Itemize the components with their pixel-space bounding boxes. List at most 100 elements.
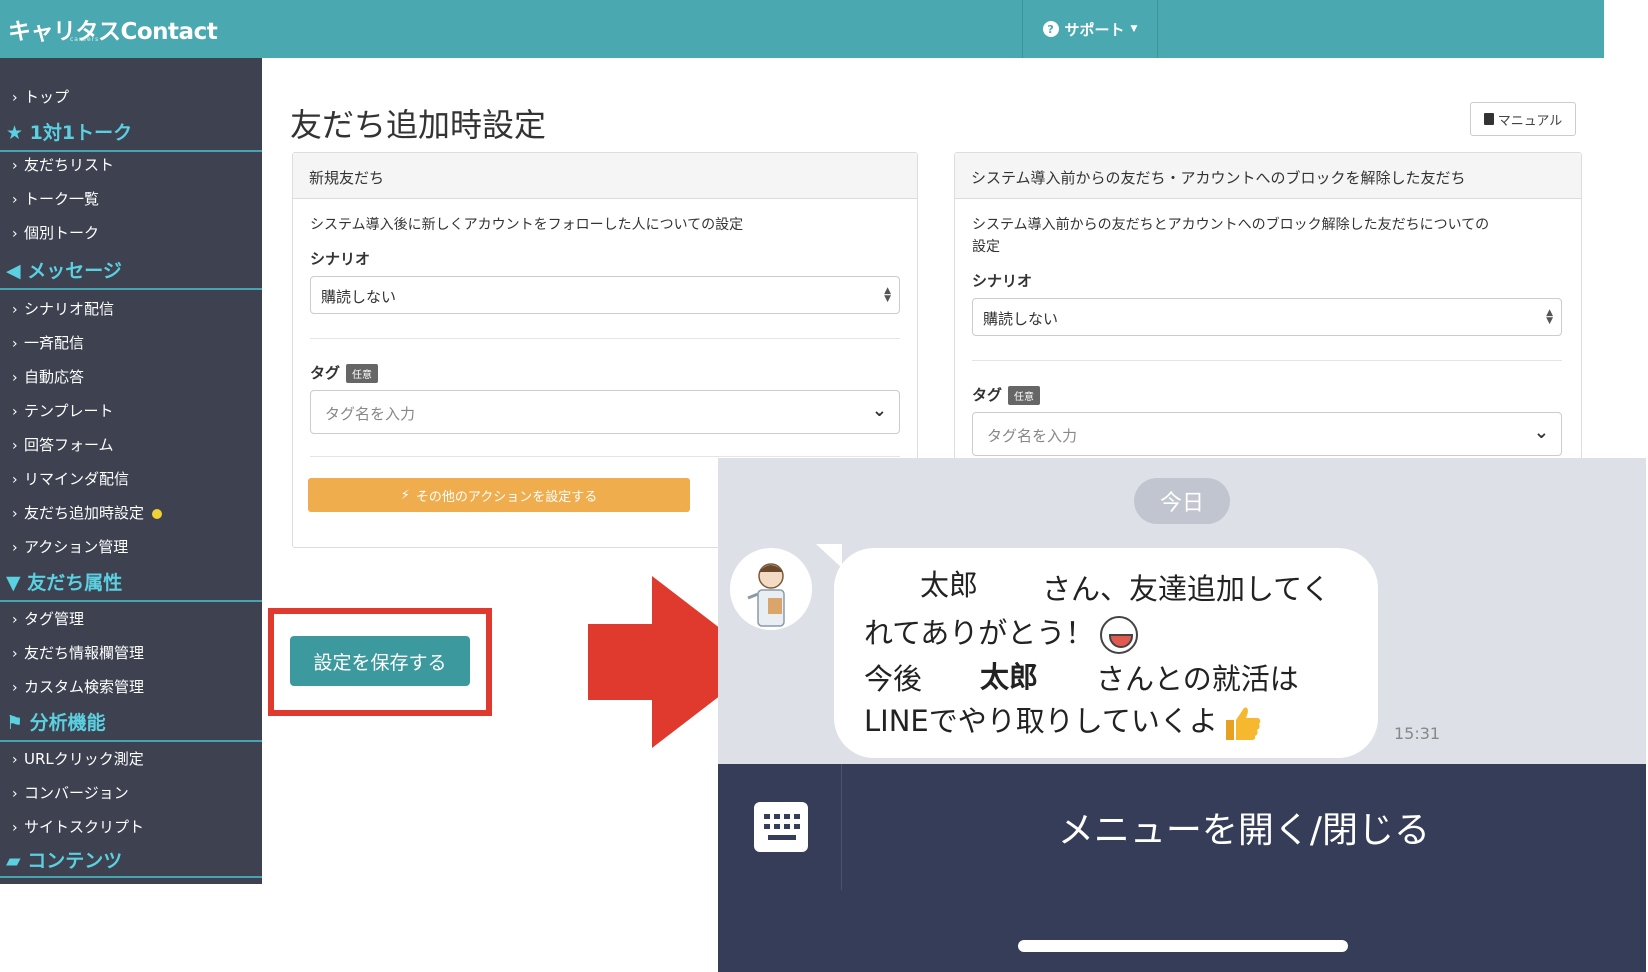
laughing-emoji-icon bbox=[1100, 616, 1139, 654]
star-icon: ★ bbox=[6, 122, 30, 144]
scenario-select[interactable]: 購読しない ▲ ▼ bbox=[310, 276, 900, 314]
scenario-label: シナリオ bbox=[972, 272, 1033, 290]
sidebar-section-attributes: ▼ 友だち属性 bbox=[6, 572, 123, 594]
sidebar-item-top[interactable]: › トップ bbox=[12, 86, 69, 107]
chevron-right-icon: › bbox=[12, 506, 18, 522]
page-title: 友だち追加時設定 bbox=[290, 106, 547, 144]
panel-description-cont: 設定 bbox=[972, 239, 1000, 255]
divider bbox=[310, 456, 900, 457]
manual-button[interactable]: マニュアル bbox=[1470, 102, 1576, 136]
sidebar-item-individual-talk[interactable]: › 個別トーク bbox=[12, 222, 99, 243]
keyboard-icon bbox=[754, 802, 808, 852]
optional-badge: 任意 bbox=[346, 364, 379, 383]
scenario-select[interactable]: 購読しない ▲ ▼ bbox=[972, 298, 1562, 336]
message-line: れてありがとう！ bbox=[864, 610, 1139, 654]
sidebar-item-url-click[interactable]: › URLクリック測定 bbox=[12, 748, 144, 769]
avatar-illustration-icon bbox=[747, 563, 785, 627]
sidebar-section-talk: ★ 1対1トーク bbox=[6, 122, 133, 144]
chevron-right-icon: › bbox=[12, 646, 18, 662]
chevron-right-icon: › bbox=[12, 336, 18, 352]
tag-input[interactable]: タグ名を入力 ⌄ bbox=[972, 412, 1562, 456]
megaphone-icon: ◀ bbox=[6, 260, 28, 282]
support-menu-button[interactable]: ? サポート ▼ bbox=[1022, 0, 1158, 58]
sidebar: › トップ ★ 1対1トーク › 友だちリスト › トーク一覧 › 個別トーク ◀ メッ… bbox=[0, 58, 262, 884]
panel-heading: システム導入前からの友だち・アカウントへのブロックを解除した友だち bbox=[955, 153, 1581, 199]
question-icon: ? bbox=[1042, 21, 1059, 37]
app-logo[interactable]: キャリタスContact bbox=[8, 12, 218, 46]
tag-input[interactable]: タグ名を入力 ⌄ bbox=[310, 390, 900, 434]
sidebar-item-auto-reply[interactable]: › 自動応答 bbox=[12, 366, 84, 387]
select-arrows-icon: ▲ ▼ bbox=[1546, 308, 1553, 326]
sidebar-item-template[interactable]: › テンプレート bbox=[12, 400, 114, 421]
app-logo-sub: careers bbox=[70, 36, 100, 43]
chevron-right-icon: › bbox=[12, 786, 18, 802]
chevron-right-icon: › bbox=[12, 752, 18, 768]
scenario-label: シナリオ bbox=[310, 250, 371, 268]
chevron-right-icon: › bbox=[12, 158, 18, 174]
chevron-right-icon: › bbox=[12, 680, 18, 696]
sidebar-item-custom-search[interactable]: › カスタム検索管理 bbox=[12, 676, 144, 697]
rich-menu-bar: メニューを開く/閉じる bbox=[718, 764, 1646, 972]
folder-icon: ▰ bbox=[6, 850, 28, 872]
menu-toggle-button[interactable]: メニューを開く/閉じる bbox=[842, 764, 1646, 890]
lightning-icon: ⚡ bbox=[400, 487, 410, 503]
chevron-down-icon: ⌄ bbox=[1533, 422, 1549, 443]
save-settings-button[interactable]: 設定を保存する bbox=[290, 636, 470, 686]
sidebar-section-message: ◀ メッセージ bbox=[6, 260, 122, 282]
chevron-right-icon: › bbox=[12, 820, 18, 836]
sidebar-item-conversion[interactable]: › コンバージョン bbox=[12, 782, 129, 803]
sidebar-item-broadcast[interactable]: › 一斉配信 bbox=[12, 332, 84, 353]
sidebar-item-talk-list[interactable]: › トーク一覧 bbox=[12, 188, 99, 209]
chevron-right-icon: › bbox=[12, 612, 18, 628]
active-dot-indicator bbox=[152, 508, 163, 519]
sidebar-item-reminder[interactable]: › リマインダ配信 bbox=[12, 468, 129, 489]
message-timestamp: 15:31 bbox=[1394, 724, 1441, 743]
chevron-right-icon: › bbox=[12, 226, 18, 242]
filter-icon: ▼ bbox=[6, 572, 28, 594]
divider bbox=[972, 360, 1562, 361]
tag-label: タグ 任意 bbox=[972, 384, 1041, 405]
caret-down-icon: ▼ bbox=[1130, 24, 1138, 34]
message-line: さんとの就活は bbox=[1096, 662, 1299, 696]
support-label: サポート bbox=[1064, 20, 1125, 39]
book-icon bbox=[1483, 113, 1494, 125]
tag-label: タグ 任意 bbox=[310, 362, 379, 383]
top-header: キャリタスContact careers ? サポート ▼ bbox=[0, 0, 1604, 58]
home-indicator bbox=[1018, 940, 1348, 952]
chevron-right-icon: › bbox=[12, 540, 18, 556]
message-line: さん、友達追加してく bbox=[1042, 572, 1331, 606]
optional-badge: 任意 bbox=[1008, 386, 1041, 405]
sidebar-divider bbox=[0, 876, 262, 878]
other-actions-button[interactable]: ⚡ その他のアクションを設定する bbox=[308, 478, 690, 512]
chevron-right-icon: › bbox=[12, 404, 18, 420]
sidebar-divider bbox=[0, 288, 262, 290]
bubble-tail bbox=[816, 544, 842, 568]
chevron-right-icon: › bbox=[12, 438, 18, 454]
sidebar-item-action-management[interactable]: › アクション管理 bbox=[12, 536, 128, 557]
sidebar-item-tag-management[interactable]: › タグ管理 bbox=[12, 608, 84, 629]
sidebar-item-friend-list[interactable]: › 友だちリスト bbox=[12, 154, 114, 175]
sidebar-item-scenario[interactable]: › シナリオ配信 bbox=[12, 298, 114, 319]
sidebar-divider bbox=[0, 150, 262, 152]
panel-description: システム導入後に新しくアカウントをフォローした人についての設定 bbox=[310, 217, 744, 233]
chevron-right-icon: › bbox=[12, 192, 18, 208]
message-line: 太郎 bbox=[920, 568, 979, 602]
keyboard-toggle-button[interactable] bbox=[718, 764, 842, 890]
line-chat-screen: 今日 太郎 さん、友達追加してく れてありがとう！ 今後 太郎 さんとの就活は … bbox=[718, 458, 1646, 972]
sidebar-item-friend-add-settings[interactable]: › 友だち追加時設定 bbox=[12, 502, 163, 523]
message-bubble: 太郎 さん、友達追加してく れてありがとう！ 今後 太郎 さんとの就活は LIN… bbox=[834, 548, 1378, 758]
avatar bbox=[730, 548, 812, 630]
message-line: LINEでやり取りしていくよ bbox=[864, 698, 1262, 742]
chevron-right-icon: › bbox=[12, 472, 18, 488]
chevron-down-icon: ⌄ bbox=[871, 400, 887, 421]
sidebar-section-contents: ▰ コンテンツ bbox=[6, 850, 123, 872]
sidebar-item-friend-info-management[interactable]: › 友だち情報欄管理 bbox=[12, 642, 144, 663]
sidebar-section-analytics: ⚑ 分析機能 bbox=[6, 712, 106, 734]
sidebar-item-site-script[interactable]: › サイトスクリプト bbox=[12, 816, 144, 837]
divider bbox=[310, 338, 900, 339]
sidebar-divider bbox=[0, 740, 262, 742]
sidebar-item-form[interactable]: › 回答フォーム bbox=[12, 434, 114, 455]
message-line: 今後 bbox=[864, 662, 923, 696]
flag-icon: ⚑ bbox=[6, 712, 30, 734]
panel-heading: 新規友だち bbox=[293, 153, 917, 199]
